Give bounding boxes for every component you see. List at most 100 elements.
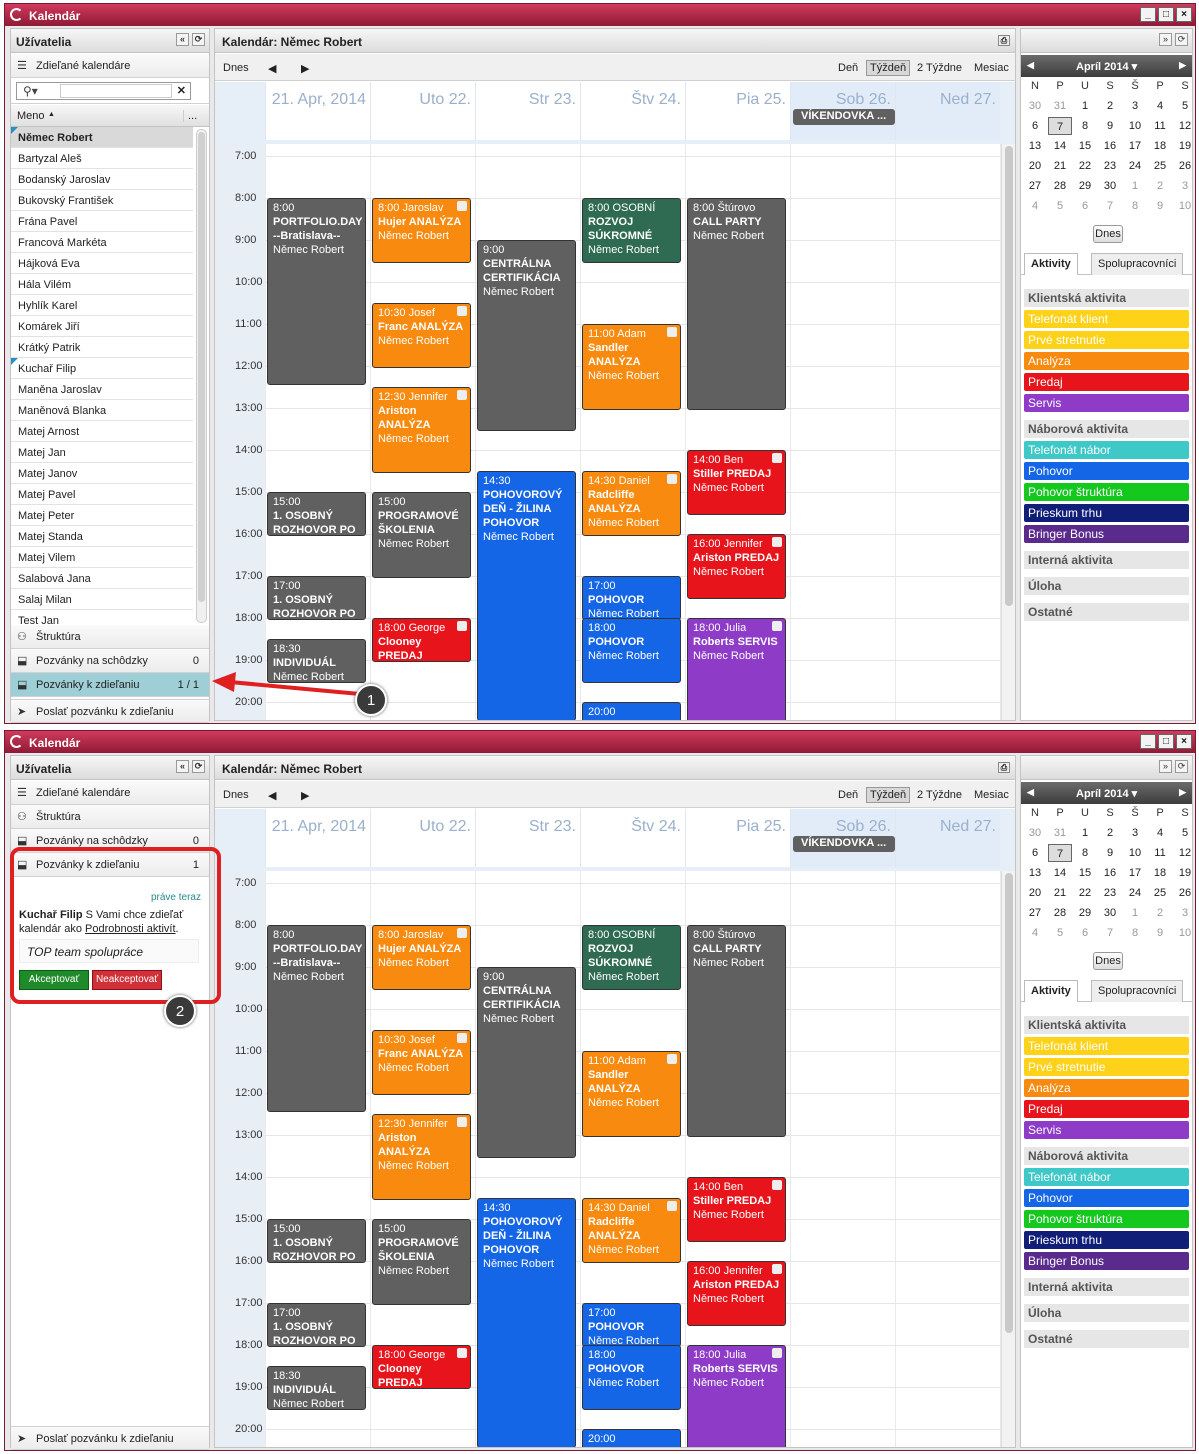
mini-calendar-day[interactable]: 7 bbox=[1098, 924, 1122, 942]
mini-calendar-day[interactable]: 30 bbox=[1023, 97, 1047, 115]
structure-item[interactable]: ⚇ Štruktúra bbox=[11, 805, 209, 829]
activity-type[interactable]: Pohovor bbox=[1024, 462, 1189, 480]
mini-calendar-day[interactable]: 14 bbox=[1048, 864, 1072, 882]
list-item[interactable]: Hájková Eva bbox=[11, 253, 193, 274]
list-item[interactable]: Hyhlík Karel bbox=[11, 295, 193, 316]
mini-calendar-day[interactable]: 4 bbox=[1148, 97, 1172, 115]
today-button[interactable]: Dnes bbox=[223, 62, 249, 74]
tab-activities[interactable]: Aktivity bbox=[1024, 980, 1078, 1002]
calendar-scrollbar[interactable] bbox=[1001, 871, 1015, 1447]
calendar-event[interactable]: 14:30 Daniel Radcliffe ANALÝZA Němec Robert bbox=[582, 471, 681, 537]
list-item[interactable]: Matej Standa bbox=[11, 526, 193, 547]
mini-calendar-day[interactable]: 4 bbox=[1023, 197, 1047, 215]
activity-type[interactable]: Prieskum trhu bbox=[1024, 504, 1189, 522]
calendar-scrollbar[interactable] bbox=[1001, 144, 1015, 720]
mini-calendar-day[interactable]: 11 bbox=[1148, 844, 1172, 862]
calendar-event[interactable]: 18:00 Julia Roberts SERVIS Němec Robert bbox=[687, 1345, 786, 1447]
calendar-event[interactable]: 8:00 OSOBNÍ ROZVOJ SÚKROMNÉ Němec Robert bbox=[582, 925, 681, 991]
minimize-button[interactable]: _ bbox=[1140, 7, 1156, 22]
mini-calendar-day[interactable]: 10 bbox=[1173, 924, 1197, 942]
calendar-event[interactable]: 18:00 GeorgeClooney PREDAJNěmec Robert bbox=[372, 1345, 471, 1390]
list-item[interactable]: Salabová Jana bbox=[11, 568, 193, 589]
mini-calendar-day[interactable]: 8 bbox=[1073, 117, 1097, 135]
mini-calendar-day[interactable]: 28 bbox=[1048, 904, 1072, 922]
mini-calendar-day[interactable]: 7 bbox=[1098, 197, 1122, 215]
day-header[interactable]: Str 23. bbox=[475, 82, 580, 140]
maximize-button[interactable]: □ bbox=[1158, 7, 1174, 22]
calendar-event[interactable]: 14:00 Ben Stiller PREDAJ Němec Robert bbox=[687, 1177, 786, 1243]
meeting-invites-item[interactable]: ⬓ Pozvánky na schôdzky 0 bbox=[11, 649, 209, 673]
mini-calendar-day[interactable]: 10 bbox=[1123, 844, 1147, 862]
mini-calendar-day[interactable]: 20 bbox=[1023, 157, 1047, 175]
mini-calendar-day[interactable]: 28 bbox=[1048, 177, 1072, 195]
calendar-event[interactable]: 12:30 Jennifer Ariston ANALÝZA Němec Robert bbox=[372, 1114, 471, 1201]
prev-week-icon[interactable]: ◀ bbox=[268, 789, 276, 802]
mini-calendar-day[interactable]: 1 bbox=[1073, 97, 1097, 115]
mini-calendar-day[interactable]: 13 bbox=[1023, 864, 1047, 882]
mini-today-button[interactable]: Dnes bbox=[1093, 952, 1123, 970]
mini-calendar-day[interactable]: 9 bbox=[1148, 197, 1172, 215]
activity-type[interactable]: Servis bbox=[1024, 1121, 1189, 1139]
mini-calendar-day[interactable]: 15 bbox=[1073, 137, 1097, 155]
mini-calendar-day[interactable]: 13 bbox=[1023, 137, 1047, 155]
print-icon[interactable]: ⎙ bbox=[998, 35, 1010, 46]
mini-calendar-day[interactable]: 7 bbox=[1048, 117, 1072, 135]
mini-calendar-day[interactable]: 1 bbox=[1123, 177, 1147, 195]
calendar-event[interactable]: 10:30 Josef Franc ANALÝZA Němec Robert bbox=[372, 303, 471, 369]
mini-calendar-day[interactable]: 31 bbox=[1048, 97, 1072, 115]
list-item[interactable]: Maněnová Blanka bbox=[11, 400, 193, 421]
mini-calendar-day[interactable]: 29 bbox=[1073, 904, 1097, 922]
collapse-left-icon[interactable]: « bbox=[176, 760, 189, 773]
list-item[interactable]: Hála Vilém bbox=[11, 274, 193, 295]
mini-calendar-day[interactable]: 6 bbox=[1073, 924, 1097, 942]
list-item[interactable]: Krátký Patrik bbox=[11, 337, 193, 358]
calendar-event[interactable]: 11:00 Adam Sandler ANALÝZA Němec Robert bbox=[582, 1051, 681, 1138]
list-item[interactable]: Matej Pavel bbox=[11, 484, 193, 505]
list-item[interactable]: Bodanský Jaroslav bbox=[11, 169, 193, 190]
day-header[interactable]: Uto 22. bbox=[370, 82, 475, 140]
day-header[interactable]: Ned 27. bbox=[895, 82, 1000, 140]
list-item[interactable]: Matej Janov bbox=[11, 463, 193, 484]
mini-calendar-day[interactable]: 6 bbox=[1023, 117, 1047, 135]
two-week-view-button[interactable]: 2 Týždne bbox=[917, 789, 962, 801]
shared-calendars-item[interactable]: ☰ Zdieľané kalendáre bbox=[11, 781, 209, 805]
mini-calendar-day[interactable]: 9 bbox=[1148, 924, 1172, 942]
activity-type[interactable]: Bringer Bonus bbox=[1024, 1252, 1189, 1270]
list-item[interactable]: Němec Robert bbox=[11, 127, 193, 148]
search-input[interactable] bbox=[60, 84, 172, 98]
calendar-event[interactable]: 8:00 Jaroslav Hujer ANALÝZA Němec Robert bbox=[372, 198, 471, 264]
calendar-event[interactable]: 20:00POHOVORNěmec Robert bbox=[582, 1429, 681, 1447]
mini-calendar-day[interactable]: 21 bbox=[1048, 157, 1072, 175]
activity-section[interactable]: Úloha bbox=[1024, 1304, 1189, 1322]
mini-calendar-day[interactable]: 3 bbox=[1173, 177, 1197, 195]
week-view-button[interactable]: Týždeň bbox=[866, 60, 911, 76]
calendar-event[interactable]: 17:00 1. OSOBNÝ ROZHOVOR PO bbox=[267, 1303, 366, 1348]
mini-calendar-day[interactable]: 3 bbox=[1173, 904, 1197, 922]
mini-calendar-day[interactable]: 27 bbox=[1023, 904, 1047, 922]
mini-calendar-day[interactable]: 3 bbox=[1123, 824, 1147, 842]
mini-calendar-day[interactable]: 25 bbox=[1148, 884, 1172, 902]
day-view-button[interactable]: Deň bbox=[838, 62, 858, 74]
mini-calendar-day[interactable]: 22 bbox=[1073, 157, 1097, 175]
mini-calendar-day[interactable]: 29 bbox=[1073, 177, 1097, 195]
mini-calendar-day[interactable]: 3 bbox=[1123, 97, 1147, 115]
calendar-event[interactable]: 12:30 Jennifer Ariston ANALÝZA Němec Robert bbox=[372, 387, 471, 474]
activity-type[interactable]: Predaj bbox=[1024, 373, 1189, 391]
activity-type[interactable]: Prvé stretnutie bbox=[1024, 331, 1189, 349]
activity-type[interactable]: Pohovor bbox=[1024, 1189, 1189, 1207]
structure-item[interactable]: ⚇ Štruktúra bbox=[11, 625, 209, 649]
day-view-button[interactable]: Deň bbox=[838, 789, 858, 801]
activity-section[interactable]: Klientská aktivita bbox=[1024, 1016, 1189, 1034]
list-item[interactable]: Bartyzal Aleš bbox=[11, 148, 193, 169]
mini-calendar-day[interactable]: 14 bbox=[1048, 137, 1072, 155]
collapse-left-icon[interactable]: « bbox=[176, 33, 189, 46]
activity-type[interactable]: Telefonát nábor bbox=[1024, 441, 1189, 459]
activity-type[interactable]: Servis bbox=[1024, 394, 1189, 412]
day-header[interactable]: 21. Apr, 2014 bbox=[265, 809, 370, 867]
activity-type[interactable]: Telefonát nábor bbox=[1024, 1168, 1189, 1186]
calendar-event[interactable]: 17:00 POHOVOR Němec Robert bbox=[582, 1303, 681, 1348]
today-button[interactable]: Dnes bbox=[223, 789, 249, 801]
calendar-event[interactable]: 18:00 Julia Roberts SERVIS Němec Robert bbox=[687, 618, 786, 720]
mini-calendar-day[interactable]: 2 bbox=[1148, 904, 1172, 922]
activity-section[interactable]: Ostatné bbox=[1024, 603, 1189, 621]
